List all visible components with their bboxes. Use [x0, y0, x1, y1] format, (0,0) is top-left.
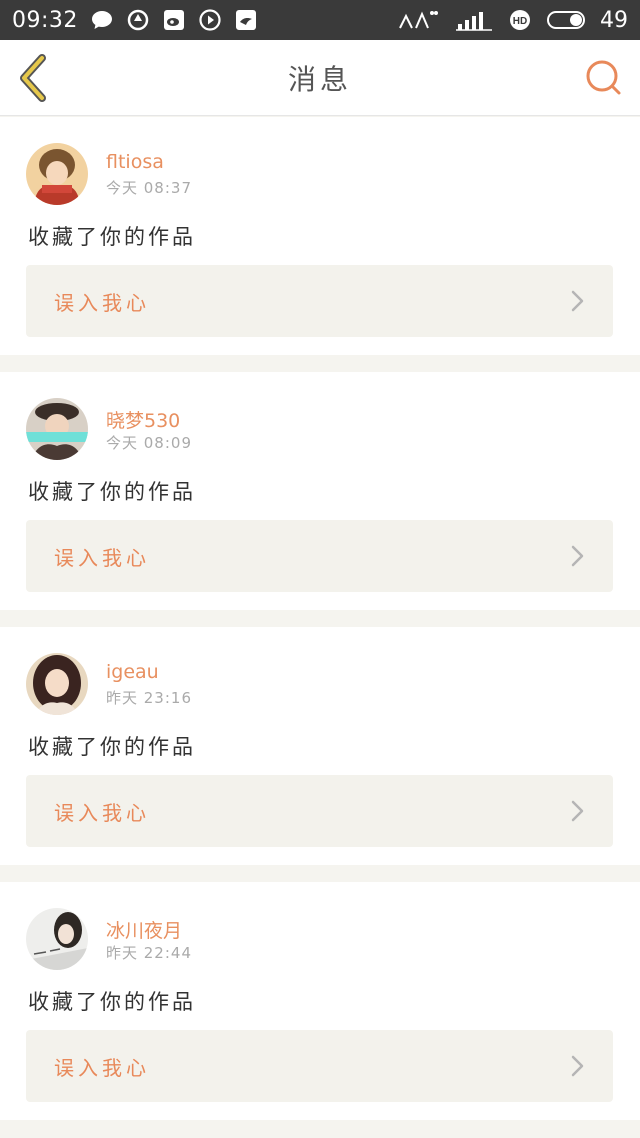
chevron-right-icon	[571, 1055, 584, 1077]
chat-bubble-icon	[90, 8, 114, 32]
work-link[interactable]: 误入我心	[26, 265, 613, 337]
timestamp: 今天 08:09	[106, 434, 192, 452]
timestamp: 昨天 22:44	[106, 944, 192, 962]
avatar[interactable]	[26, 908, 88, 970]
hd-icon: HD	[508, 8, 532, 32]
search-icon	[586, 60, 621, 95]
work-title: 误入我心	[54, 545, 150, 570]
play-icon	[198, 8, 222, 32]
status-left: 09:32	[12, 8, 258, 33]
avatar[interactable]	[26, 653, 88, 715]
svg-text:HD: HD	[513, 16, 527, 27]
work-title: 误入我心	[54, 290, 150, 315]
battery-level: 49	[600, 7, 628, 33]
avatar[interactable]	[26, 398, 88, 460]
work-title: 误入我心	[54, 1055, 150, 1080]
timestamp: 今天 08:37	[106, 179, 192, 197]
work-title: 误入我心	[54, 800, 150, 825]
signal-bars-icon	[454, 8, 494, 32]
signal-icon	[396, 8, 440, 32]
message-card: 冰川夜月 昨天 22:44 收藏了你的作品 误入我心	[0, 882, 640, 1120]
timestamp: 昨天 23:16	[106, 689, 192, 707]
toggle-icon	[546, 8, 586, 32]
status-right: HD 49	[396, 8, 628, 33]
chevron-right-icon	[571, 545, 584, 567]
chevron-right-icon	[571, 800, 584, 822]
status-time: 09:32	[12, 7, 78, 33]
username[interactable]: 晓梦530	[106, 406, 180, 433]
work-link[interactable]: 误入我心	[26, 520, 613, 592]
username[interactable]: igeau	[106, 661, 159, 683]
search-button[interactable]	[582, 56, 626, 100]
message-list: fltiosa 今天 08:37 收藏了你的作品 误入我心 晓梦530 今天 0…	[0, 117, 640, 1137]
username[interactable]: fltiosa	[106, 151, 164, 173]
avatar[interactable]	[26, 143, 88, 205]
work-link[interactable]: 误入我心	[26, 775, 613, 847]
action-text: 收藏了你的作品	[28, 990, 196, 1014]
message-card: 晓梦530 今天 08:09 收藏了你的作品 误入我心	[0, 372, 640, 610]
work-link[interactable]: 误入我心	[26, 1030, 613, 1102]
app-icon	[234, 8, 258, 32]
chevron-right-icon	[571, 290, 584, 312]
action-text: 收藏了你的作品	[28, 735, 196, 759]
page-title: 消息	[287, 63, 352, 96]
action-text: 收藏了你的作品	[28, 480, 196, 504]
sync-icon	[126, 8, 150, 32]
message-card: igeau 昨天 23:16 收藏了你的作品 误入我心	[0, 627, 640, 865]
status-bar: 09:32 HD 49	[0, 0, 640, 40]
top-navbar: 消息	[0, 40, 640, 116]
username[interactable]: 冰川夜月	[106, 916, 182, 943]
weibo-icon	[162, 8, 186, 32]
message-card: fltiosa 今天 08:37 收藏了你的作品 误入我心	[0, 117, 640, 355]
action-text: 收藏了你的作品	[28, 225, 196, 249]
